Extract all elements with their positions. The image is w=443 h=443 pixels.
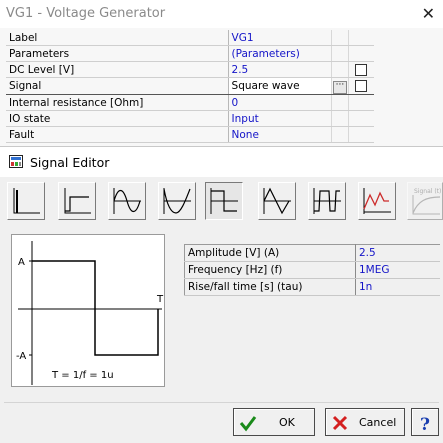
parameter-row[interactable]: Frequency [Hz] (f) 1MEG <box>184 261 440 279</box>
property-value[interactable]: 0 <box>228 94 332 111</box>
property-row[interactable]: DC Level [V] 2.5 <box>6 61 374 78</box>
property-button-cell <box>331 30 349 46</box>
full-wave-sine-button[interactable] <box>158 182 196 220</box>
sine-wave-icon <box>113 188 141 214</box>
unit-step-icon <box>64 188 91 214</box>
svg-text:?: ? <box>420 415 430 432</box>
period-label: T <box>156 294 164 305</box>
property-row[interactable]: Label VG1 <box>6 30 374 46</box>
waveform-preview-plot: A -A T T = 1/f = 1u <box>16 241 164 385</box>
ellipsis-button[interactable]: ··· <box>332 81 347 94</box>
property-row[interactable]: Internal resistance [Ohm] 0 <box>6 94 374 111</box>
property-button-cell: ··· <box>331 77 349 95</box>
square-wave-trace <box>32 260 159 356</box>
unit-step-button[interactable] <box>58 182 96 220</box>
property-name: Label <box>6 30 229 46</box>
period-formula: T = 1/f = 1u <box>51 370 114 381</box>
property-checkbox-cell <box>348 45 374 62</box>
pulse-train-button[interactable] <box>308 182 346 220</box>
window-title-bar[interactable]: VG1 - Voltage Generator ✕ <box>0 0 443 28</box>
ok-label: OK <box>279 416 295 429</box>
waveform-toolbar: Signal (t) <box>7 182 443 224</box>
parameter-name: Rise/fall time [s] (tau) <box>184 278 356 296</box>
property-button-cell <box>331 110 349 127</box>
property-button-cell <box>331 45 349 62</box>
property-name: Fault <box>6 126 229 143</box>
piecewise-linear-icon <box>363 188 391 214</box>
signal-editor-icon <box>9 155 23 168</box>
negative-amplitude-label: -A <box>16 351 26 362</box>
impulse-wave-button[interactable] <box>7 182 45 220</box>
property-checkbox-cell <box>348 30 374 46</box>
parameter-row[interactable]: Rise/fall time [s] (tau) 1n <box>184 278 440 296</box>
dialog-separator <box>4 402 439 403</box>
property-value[interactable]: (Parameters) <box>228 45 332 62</box>
property-grid: Label VG1 Parameters (Parameters) DC Level [… <box>6 30 374 143</box>
full-wave-sine-icon <box>163 188 191 214</box>
window-title: VG1 - Voltage Generator <box>6 6 166 21</box>
property-row[interactable]: IO state Input <box>6 110 374 127</box>
property-value[interactable]: VG1 <box>228 30 332 46</box>
property-value[interactable]: 2.5 <box>228 61 332 78</box>
help-button[interactable]: ? <box>411 408 439 436</box>
dialog-title-bar[interactable]: Signal Editor <box>0 147 443 177</box>
piecewise-linear-button[interactable] <box>358 182 396 220</box>
signal-function-icon: Signal (t) <box>412 188 441 215</box>
property-checkbox-cell <box>348 77 374 95</box>
cancel-label: Cancel <box>359 416 397 429</box>
waveform-preview: A -A T T = 1/f = 1u <box>11 234 165 387</box>
square-wave-icon <box>210 188 238 214</box>
parameter-value[interactable]: 1n <box>355 278 440 296</box>
parameter-name: Frequency [Hz] (f) <box>184 261 356 279</box>
voltage-generator-window: VG1 - Voltage Generator ✕ Label VG1 Parame… <box>0 0 443 148</box>
dialog-title: Signal Editor <box>30 155 110 170</box>
signal-function-button[interactable]: Signal (t) <box>407 182 443 220</box>
property-value[interactable]: Square wave <box>228 77 332 95</box>
sine-wave-button[interactable] <box>108 182 146 220</box>
parameter-row[interactable]: Amplitude [V] (A) 2.5 <box>184 244 440 262</box>
ok-button[interactable]: OK <box>233 408 315 436</box>
checkmark-icon <box>239 416 257 432</box>
triangle-wave-icon <box>263 187 291 215</box>
property-row[interactable]: Fault None <box>6 126 374 143</box>
cancel-x-icon <box>332 415 348 431</box>
parameter-value[interactable]: 2.5 <box>355 244 440 262</box>
parameter-name: Amplitude [V] (A) <box>184 244 356 262</box>
property-button-cell <box>331 126 349 143</box>
parameter-value[interactable]: 1MEG <box>355 261 440 279</box>
property-name: DC Level [V] <box>6 61 229 78</box>
amplitude-label: A <box>18 257 25 268</box>
signal-parameter-grid: Amplitude [V] (A) 2.5 Frequency [Hz] (f) 1M… <box>184 244 440 296</box>
help-icon: ? <box>420 415 430 432</box>
property-name: Signal <box>6 77 229 95</box>
signal-function-label: Signal (t) <box>414 188 441 195</box>
property-checkbox-cell <box>348 110 374 127</box>
property-checkbox-cell <box>348 61 374 78</box>
cancel-button[interactable]: Cancel <box>325 408 405 436</box>
property-value[interactable]: Input <box>228 110 332 127</box>
property-checkbox[interactable] <box>355 63 368 76</box>
property-name: Parameters <box>6 45 229 62</box>
property-checkbox-cell <box>348 126 374 143</box>
property-value[interactable]: None <box>228 126 332 143</box>
property-checkbox-cell <box>348 94 374 111</box>
property-row[interactable]: Parameters (Parameters) <box>6 45 374 62</box>
property-row[interactable]: Signal Square wave ··· <box>6 77 374 95</box>
property-checkbox[interactable] <box>355 80 368 92</box>
property-button-cell <box>331 94 349 111</box>
triangle-wave-button[interactable] <box>258 182 296 220</box>
property-name: IO state <box>6 110 229 127</box>
pulse-train-icon <box>313 188 341 214</box>
property-button-cell <box>331 61 349 78</box>
close-icon[interactable]: ✕ <box>422 0 435 28</box>
impulse-wave-icon <box>13 188 40 214</box>
signal-editor-dialog: Signal Editor Signal (t) A -A T T = 1/f … <box>0 146 443 443</box>
square-wave-button[interactable] <box>205 182 243 220</box>
property-name: Internal resistance [Ohm] <box>6 94 229 111</box>
